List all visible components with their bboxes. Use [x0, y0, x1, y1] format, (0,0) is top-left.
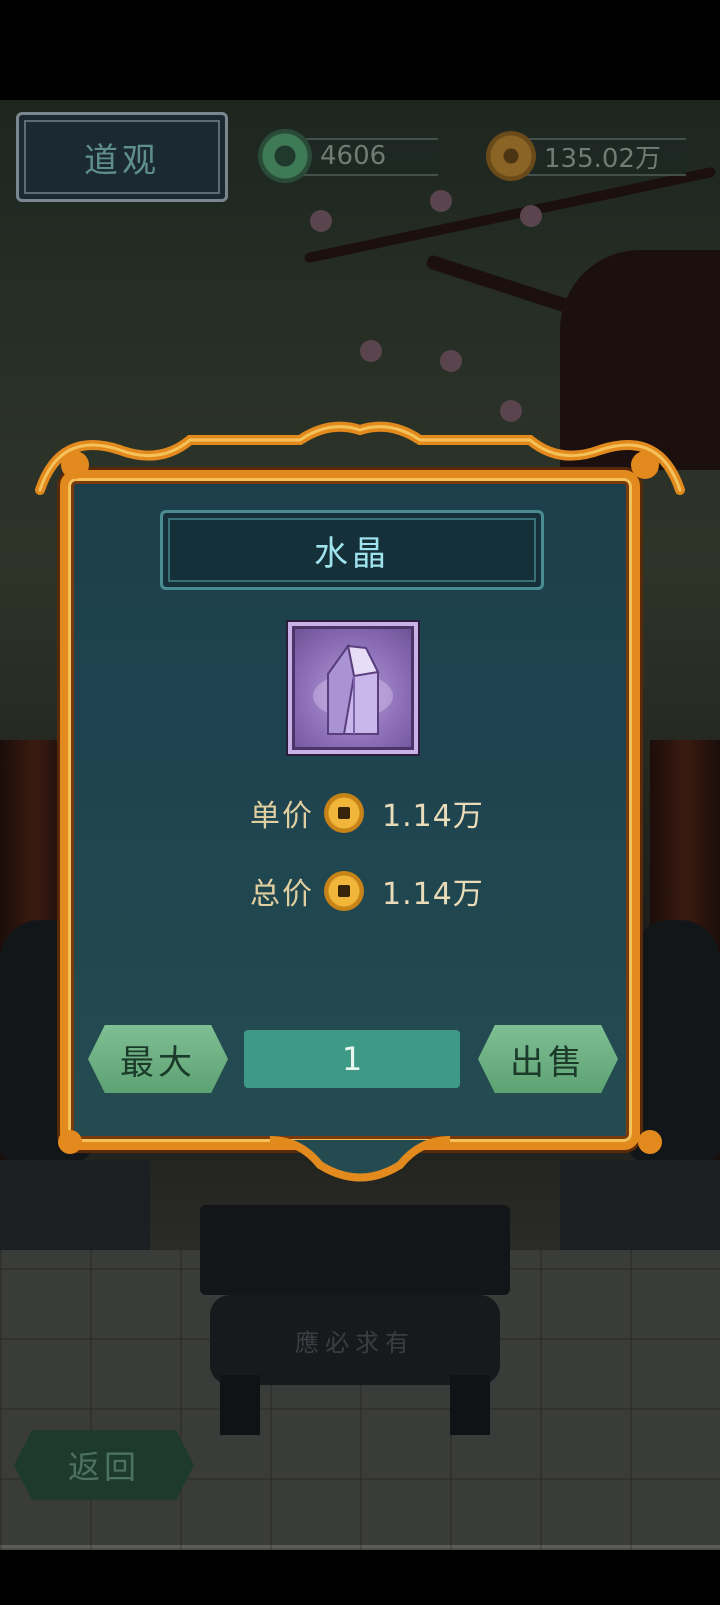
jade-resource: 4606: [258, 128, 438, 184]
quantity-input[interactable]: 1: [244, 1030, 460, 1088]
unit-price-value: 1.14万: [382, 799, 484, 834]
item-slot: [288, 622, 418, 754]
dialog-ornament-top: [35, 421, 685, 495]
total-price-row: 总价 1.14万: [250, 868, 484, 914]
copper-coin-icon: [324, 793, 364, 833]
sell-button[interactable]: 出售: [478, 1025, 618, 1093]
copper-coin-icon: [486, 131, 536, 181]
unit-price-label: 单价: [250, 799, 314, 834]
dialog-ornament-bottom: [58, 1130, 662, 1182]
crystal-icon: [313, 643, 393, 735]
max-quantity-button[interactable]: 最大: [88, 1025, 228, 1093]
jade-disc-icon: [258, 129, 312, 183]
jade-count: 4606: [320, 141, 387, 171]
back-button[interactable]: 返回: [14, 1430, 194, 1500]
total-price-label: 总价: [250, 877, 314, 912]
unit-price-row: 单价 1.14万: [250, 790, 484, 836]
location-title[interactable]: 道观: [16, 112, 228, 202]
item-name: 水晶: [160, 510, 544, 590]
total-price-value: 1.14万: [382, 877, 484, 912]
coin-count: 135.02万: [544, 143, 661, 174]
game-screen: 應必求有 道观 4606 135.02万 返回 水晶 单价 1.14万 总价 1…: [0, 0, 720, 1605]
copper-coin-icon: [324, 871, 364, 911]
coin-resource: 135.02万: [486, 128, 686, 184]
